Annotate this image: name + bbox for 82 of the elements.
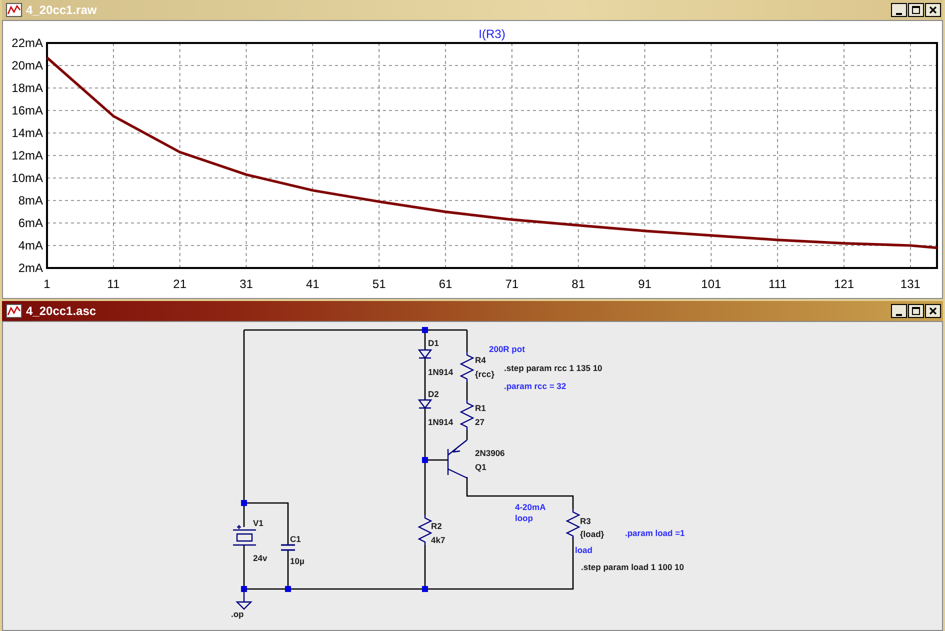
y-tick-label: 2mA <box>18 261 43 275</box>
diode-symbol <box>418 399 432 409</box>
spice-directive: .step param rcc 1 135 10 <box>504 363 602 373</box>
battery-symbol <box>232 524 257 546</box>
y-tick-label: 6mA <box>18 216 43 230</box>
component-value: 1N914 <box>428 417 454 427</box>
y-tick-label: 16mA <box>12 104 43 118</box>
y-tick-label: 12mA <box>12 148 43 162</box>
waveform-icon <box>6 3 22 17</box>
close-button[interactable] <box>925 304 941 318</box>
x-tick-label: 31 <box>240 277 253 291</box>
resistor-symbol <box>566 509 580 539</box>
minimize-icon <box>896 314 902 316</box>
x-tick-label: 1 <box>44 277 50 291</box>
minimize-button[interactable] <box>891 3 907 17</box>
component-name: Q1 <box>475 462 486 472</box>
wire <box>466 382 468 400</box>
wire <box>424 358 426 400</box>
comment-text: loop <box>515 513 533 523</box>
x-tick-label: 131 <box>900 277 920 291</box>
y-tick-label: 22mA <box>12 36 43 50</box>
window-title: 4_20cc1.raw <box>26 3 98 17</box>
component-value: {load} <box>580 529 604 539</box>
resistor-symbol <box>460 352 474 382</box>
window-title: 4_20cc1.asc <box>26 304 98 318</box>
x-tick-label: 21 <box>173 277 187 291</box>
close-icon <box>928 5 938 15</box>
x-tick-label: 91 <box>638 277 652 291</box>
trace-name: I(R3) <box>478 27 506 41</box>
comment-text: .param rcc = 32 <box>504 381 566 391</box>
y-tick-label: 14mA <box>12 126 43 140</box>
resistor-symbol <box>418 515 432 545</box>
x-tick-label: 61 <box>438 277 452 291</box>
component-value: 2N3906 <box>475 448 505 458</box>
component-name: V1 <box>253 518 264 528</box>
comment-text: 4-20mA <box>515 502 546 512</box>
spice-directive: .step param load 1 100 10 <box>581 562 684 572</box>
close-button[interactable] <box>925 3 941 17</box>
waveform-icon <box>6 304 22 318</box>
x-tick-label: 41 <box>306 277 320 291</box>
diode-symbol <box>418 349 432 359</box>
component-value: 1N914 <box>428 367 454 377</box>
y-tick-label: 10mA <box>12 171 43 185</box>
component-value: 24v <box>253 553 268 563</box>
minimize-button[interactable] <box>891 304 907 318</box>
component-value: 27 <box>475 417 484 427</box>
component-name: R4 <box>475 355 486 365</box>
y-tick-label: 4mA <box>18 238 43 252</box>
component-value: .op <box>231 609 244 619</box>
y-tick-label: 8mA <box>18 194 43 208</box>
x-tick-label: 81 <box>572 277 586 291</box>
component-name: R1 <box>475 403 486 413</box>
component-value: {rcc} <box>475 369 494 379</box>
capacitor-symbol <box>280 544 296 551</box>
maximize-button[interactable] <box>908 304 924 318</box>
maximize-icon <box>911 5 921 15</box>
ground-symbol <box>236 588 252 610</box>
component-name: R3 <box>580 516 591 526</box>
comment-text: .param load =1 <box>625 528 685 538</box>
component-name: R2 <box>431 521 442 531</box>
x-tick-label: 51 <box>372 277 386 291</box>
resistor-symbol <box>460 400 474 430</box>
component-name: C1 <box>290 534 301 544</box>
x-tick-label: 71 <box>505 277 519 291</box>
x-tick-label: 11 <box>107 277 120 291</box>
wire <box>466 430 468 440</box>
component-value: 4k7 <box>431 535 446 545</box>
maximize-button[interactable] <box>908 3 924 17</box>
comment-text: load <box>575 545 592 555</box>
component-value: 10µ <box>290 556 304 566</box>
comment-text: 200R pot <box>489 344 525 354</box>
transistor-symbol <box>447 439 468 479</box>
component-name: D2 <box>428 389 439 399</box>
y-tick-label: 20mA <box>12 58 43 72</box>
x-tick-label: 111 <box>768 277 787 291</box>
x-tick-label: 121 <box>834 277 854 291</box>
y-tick-label: 18mA <box>12 81 43 95</box>
minimize-icon <box>896 12 902 14</box>
x-tick-label: 101 <box>701 277 722 291</box>
maximize-icon <box>911 306 921 316</box>
component-name: D1 <box>428 338 439 348</box>
close-icon <box>928 306 938 316</box>
